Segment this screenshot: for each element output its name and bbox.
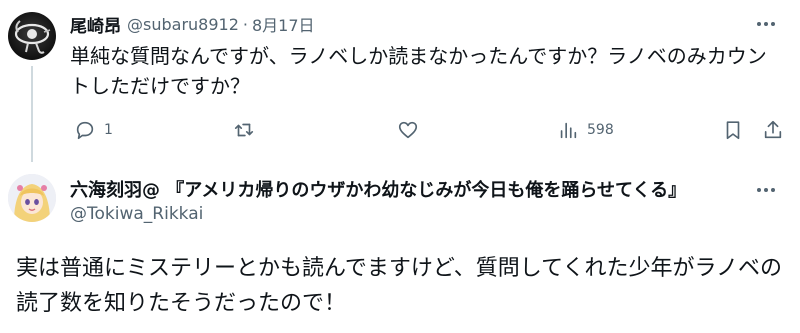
- post-date[interactable]: 8月17日: [252, 12, 315, 36]
- heart-icon: [398, 121, 418, 139]
- avatar-anime-girl-icon: [8, 174, 56, 222]
- bookmark-button[interactable]: [722, 116, 744, 144]
- share-button[interactable]: [762, 116, 784, 144]
- retweet-button[interactable]: [233, 116, 255, 144]
- tweet-header: 尾崎昂 @subaru8912 · 8月17日: [70, 12, 315, 37]
- separator-dot: ·: [242, 14, 248, 34]
- display-name[interactable]: 六海刻羽@ 『アメリカ帰りのウザかわ幼なじみが今日も俺を踊らせてくる』: [70, 176, 760, 202]
- reply-icon: [76, 121, 94, 140]
- tweet-text: 単純な質問なんですが、ラノベしか読まなかったんですか？ラノベのみカウントしただけ…: [70, 44, 767, 98]
- avatar[interactable]: [8, 174, 56, 222]
- reply-count: 1: [104, 122, 113, 138]
- tweet-reply[interactable]: 六海刻羽@ 『アメリカ帰りのウザかわ幼なじみが今日も俺を踊らせてくる』 @Tok…: [0, 162, 800, 333]
- tweet-text: 実は普通にミステリーとかも読んでますけど、質問してくれた少年がラノベの読了数を知…: [16, 256, 783, 316]
- share-icon: [764, 120, 782, 139]
- bookmark-icon: [726, 121, 740, 140]
- tweet-original[interactable]: 尾崎昂 @subaru8912 · 8月17日 単純な質問なんですが、ラノベしか…: [0, 0, 800, 162]
- action-bar: 1 598: [70, 116, 785, 144]
- views-count: 598: [587, 122, 614, 138]
- user-handle[interactable]: @subaru8912: [127, 15, 239, 34]
- more-icon[interactable]: [752, 180, 780, 200]
- like-button[interactable]: [397, 116, 419, 144]
- views-icon: [560, 122, 577, 139]
- avatar[interactable]: [8, 12, 56, 60]
- user-handle[interactable]: @Tokiwa_Rikkai: [70, 204, 203, 224]
- reply-button[interactable]: 1: [74, 116, 113, 144]
- retweet-icon: [234, 123, 254, 137]
- more-icon[interactable]: [752, 14, 780, 34]
- avatar-eye-emblem-icon: [14, 20, 51, 54]
- views-button[interactable]: 598: [557, 116, 614, 144]
- display-name[interactable]: 尾崎昂: [70, 12, 121, 37]
